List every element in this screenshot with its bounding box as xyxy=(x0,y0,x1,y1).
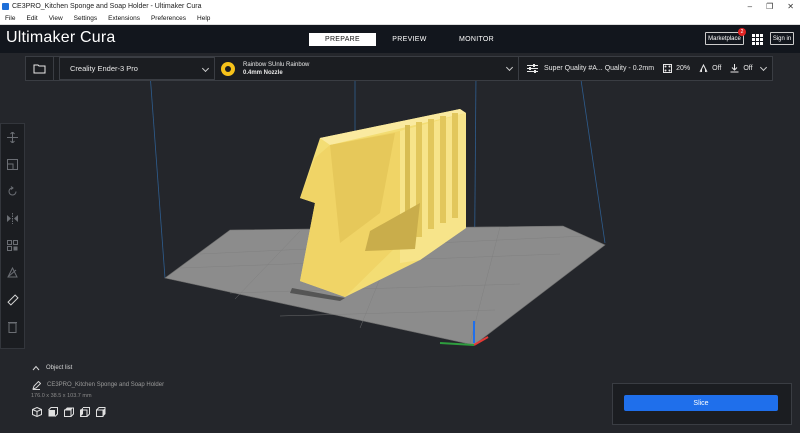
brand-name: Ultimaker xyxy=(6,29,76,46)
printer-name: Creality Ender-3 Pro xyxy=(70,64,138,73)
support-icon xyxy=(699,64,708,73)
camera-view-buttons xyxy=(32,407,206,417)
material-name: Rainbow SUnlu Rainbow xyxy=(243,61,310,68)
profile-name: Super Quality #A... Quality - 0.2mm xyxy=(544,65,655,72)
printer-settings-bar: Creality Ender-3 Pro Rainbow SUnlu Rainb… xyxy=(25,56,773,81)
menu-bar: File Edit View Settings Extensions Prefe… xyxy=(0,12,800,25)
infill-icon xyxy=(663,64,673,73)
mirror-tool[interactable] xyxy=(1,205,24,232)
minimize-icon[interactable]: – xyxy=(748,2,752,11)
maximize-icon[interactable]: ❐ xyxy=(766,2,773,11)
slice-panel: Slice xyxy=(612,383,792,425)
menu-preferences[interactable]: Preferences xyxy=(151,15,186,22)
left-view-icon[interactable] xyxy=(80,407,90,417)
build-volume-edge xyxy=(149,72,166,279)
support-blocker-tool[interactable] xyxy=(1,259,24,286)
mirror-icon xyxy=(7,213,18,224)
per-model-settings-icon xyxy=(7,240,18,251)
window-titlebar: CE3PRO_Kitchen Sponge and Soap Holder - … xyxy=(0,0,800,12)
cura-app-icon xyxy=(2,2,9,10)
open-file-button[interactable] xyxy=(26,57,54,80)
object-name: CE3PRO_Kitchen Sponge and Soap Holder xyxy=(47,382,165,388)
tab-monitor[interactable]: MONITOR xyxy=(443,33,510,46)
menu-file[interactable]: File xyxy=(5,15,15,22)
material-selector[interactable]: Rainbow SUnlu Rainbow 0.4mm Nozzle xyxy=(215,57,519,80)
tab-prepare[interactable]: PREPARE xyxy=(309,33,376,46)
chevron-down-icon xyxy=(759,63,768,72)
chevron-up-icon xyxy=(32,365,40,371)
chevron-down-icon xyxy=(201,64,210,73)
rotate-icon xyxy=(8,186,17,196)
delete-tool[interactable] xyxy=(1,313,24,340)
print-settings-selector[interactable]: Super Quality #A... Quality - 0.2mm 20% … xyxy=(519,57,772,80)
adhesion-value: Off xyxy=(743,65,753,72)
right-view-icon[interactable] xyxy=(96,407,106,417)
nozzle-size: 0.4mm Nozzle xyxy=(243,69,283,76)
printer-selector[interactable]: Creality Ender-3 Pro xyxy=(59,57,215,80)
brand-logo: Ultimaker Cura xyxy=(6,29,116,47)
menu-settings[interactable]: Settings xyxy=(74,15,98,22)
brand-product: Cura xyxy=(80,29,116,46)
support-value: Off xyxy=(712,65,722,72)
trash-icon xyxy=(8,321,17,333)
sliders-icon xyxy=(527,64,538,73)
stage-tabs: PREPARE PREVIEW MONITOR xyxy=(309,33,510,46)
object-dimensions: 176.0 x 38.5 x 103.7 mm xyxy=(31,393,92,399)
object-list-panel: Object list CE3PRO_Kitchen Sponge and So… xyxy=(26,362,206,422)
move-tool[interactable] xyxy=(1,124,24,151)
per-model-settings-tool[interactable] xyxy=(1,232,24,259)
move-icon xyxy=(7,132,18,143)
folder-icon xyxy=(33,64,46,74)
object-list-header: Object list xyxy=(46,365,73,371)
measure-icon xyxy=(6,293,19,306)
adhesion-icon xyxy=(730,64,739,73)
menu-extensions[interactable]: Extensions xyxy=(108,15,140,22)
support-blocker-icon xyxy=(7,267,18,278)
pencil-icon xyxy=(32,380,41,390)
slice-button[interactable]: Slice xyxy=(624,395,778,411)
object-list-toggle[interactable]: Object list xyxy=(26,362,206,374)
spool-icon xyxy=(221,61,235,76)
build-volume-edge xyxy=(579,72,606,244)
menu-edit[interactable]: Edit xyxy=(26,15,37,22)
scale-tool[interactable] xyxy=(1,151,24,178)
window-controls: – ❐ ✕ xyxy=(748,0,794,12)
infill-value: 20% xyxy=(676,65,691,72)
tab-preview[interactable]: PREVIEW xyxy=(376,33,443,46)
rotate-tool[interactable] xyxy=(1,178,24,205)
3d-view-icon[interactable] xyxy=(32,407,42,417)
menu-view[interactable]: View xyxy=(49,15,63,22)
measure-tool[interactable] xyxy=(1,286,24,313)
chevron-down-icon xyxy=(505,63,514,72)
tool-sidebar xyxy=(0,123,25,349)
app-header: Ultimaker Cura PREPARE PREVIEW MONITOR M… xyxy=(0,25,800,53)
sign-in-button[interactable]: Sign in xyxy=(770,32,794,45)
window-title: CE3PRO_Kitchen Sponge and Soap Holder - … xyxy=(12,2,202,10)
close-icon[interactable]: ✕ xyxy=(787,2,794,11)
top-view-icon[interactable] xyxy=(64,407,74,417)
menu-help[interactable]: Help xyxy=(197,15,210,22)
apps-grid-icon[interactable] xyxy=(752,34,763,45)
front-view-icon[interactable] xyxy=(48,407,58,417)
marketplace-badge: 2 xyxy=(738,28,746,36)
scale-icon xyxy=(7,159,18,170)
object-list-item[interactable]: CE3PRO_Kitchen Sponge and Soap Holder xyxy=(26,377,206,393)
